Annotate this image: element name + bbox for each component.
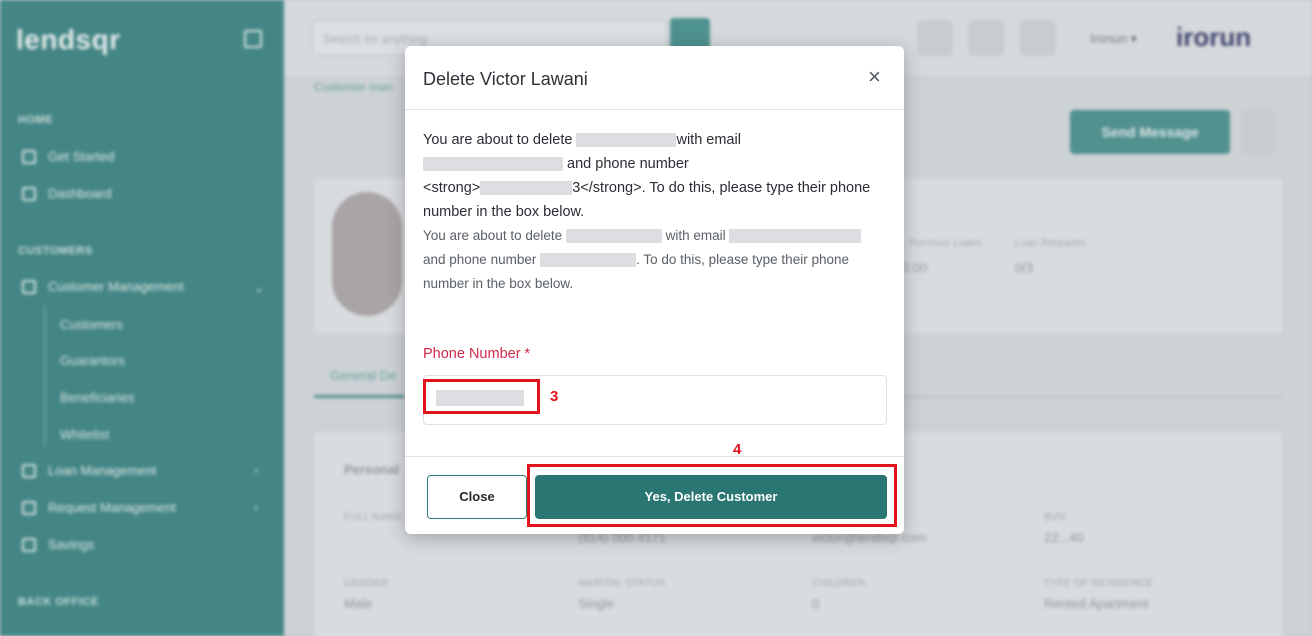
redacted-email	[423, 157, 563, 172]
body-text: and phone number	[423, 252, 541, 267]
annotation-box-step4	[527, 464, 897, 527]
body-text: <strong>	[423, 180, 481, 196]
redacted-phone	[480, 181, 573, 196]
redacted-name	[576, 133, 677, 148]
annotation-number-step4: 4	[733, 441, 742, 458]
body-text: and phone number	[563, 156, 689, 172]
delete-customer-modal: Delete Victor Lawani × You are about to …	[405, 46, 904, 534]
body-text: You are about to delete	[423, 132, 577, 148]
annotation-box-step3	[423, 379, 540, 414]
redacted-name	[565, 229, 662, 244]
annotation-number-step3: 3	[550, 388, 559, 405]
body-text: with email	[661, 228, 730, 243]
delete-warning-text-secondary: You are about to delete with email and p…	[423, 224, 885, 296]
close-icon[interactable]: ×	[868, 66, 881, 88]
redacted-email	[729, 229, 862, 244]
phone-number-label: Phone Number *	[423, 346, 531, 362]
modal-title: Delete Victor Lawani	[423, 69, 588, 89]
modal-body: You are about to delete with email and p…	[423, 128, 885, 296]
redacted-phone	[540, 253, 637, 268]
close-button[interactable]: Close	[427, 475, 527, 519]
body-text: with email	[676, 132, 741, 148]
modal-header: Delete Victor Lawani ×	[405, 46, 904, 110]
body-text: You are about to delete	[423, 228, 566, 243]
delete-warning-text: You are about to delete with email and p…	[423, 128, 885, 224]
